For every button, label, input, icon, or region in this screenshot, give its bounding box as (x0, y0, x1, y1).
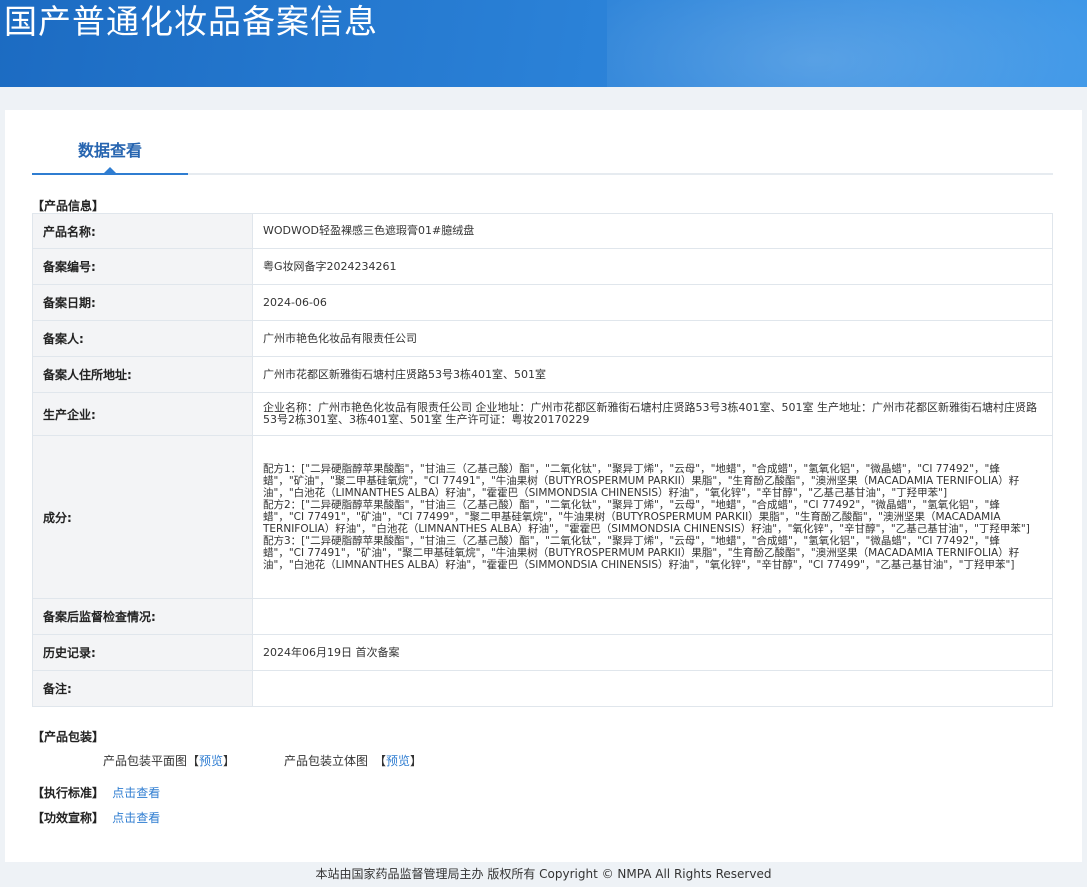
table-row: 备案日期: 2024-06-06 (32, 284, 1053, 321)
formula-2: 配方2：["二异硬脂醇苹果酸酯"，"甘油三（乙基己酸）酯"，"二氧化钛"，"聚异… (263, 499, 1030, 535)
tab-data-view-label: 数据查看 (77, 141, 142, 160)
section-efficacy-label: 【功效宣称】 (32, 811, 105, 825)
field-label: 历史记录: (32, 634, 253, 671)
field-value: 粤G妆网备字2024234261 (252, 248, 1053, 285)
table-row: 生产企业: 企业名称：广州市艳色化妆品有限责任公司 企业地址：广州市花都区新雅街… (32, 392, 1053, 436)
site-header: 国产普通化妆品备案信息 (0, 0, 1087, 87)
field-label: 备案人: (32, 320, 253, 357)
table-row: 备案编号: 粤G妆网备字2024234261 (32, 248, 1053, 285)
product-info-table: 产品名称: WODWOD轻盈裸感三色遮瑕膏01#臆绒盘 备案编号: 粤G妆网备字… (32, 213, 1053, 707)
field-label: 备案后监督检查情况: (32, 598, 253, 635)
section-standard: 【执行标准】 点击查看 (32, 784, 160, 801)
table-row: 产品名称: WODWOD轻盈裸感三色遮瑕膏01#臆绒盘 (32, 213, 1053, 249)
packaging-solid-label: 产品包装立体图 (284, 754, 369, 768)
site-title: 国产普通化妆品备案信息 (4, 2, 378, 41)
field-value: 2024-06-06 (252, 284, 1053, 321)
field-label: 备注: (32, 670, 253, 707)
field-label: 备案编号: (32, 248, 253, 285)
site-footer: 本站由国家药品监督管理局主办 版权所有 Copyright © NMPA All… (315, 867, 772, 881)
bracket-open: 【 (187, 754, 200, 768)
field-value: 广州市艳色化妆品有限责任公司 (252, 320, 1053, 357)
field-label: 备案日期: (32, 284, 253, 321)
standard-view-link[interactable]: 点击查看 (112, 786, 160, 800)
field-value (252, 670, 1053, 707)
table-row: 备案人: 广州市艳色化妆品有限责任公司 (32, 320, 1053, 357)
packaging-flat: 产品包装平面图【预览】 (103, 752, 235, 769)
tab-data-view[interactable]: 数据查看 (32, 110, 188, 175)
field-label: 备案人住所地址: (32, 356, 253, 393)
field-label: 产品名称: (32, 213, 253, 249)
field-value: 2024年06月19日 首次备案 (252, 634, 1053, 671)
table-row: 备案人住所地址: 广州市花都区新雅街石塘村庄贤路53号3栋401室、501室 (32, 356, 1053, 393)
field-value: 企业名称：广州市艳色化妆品有限责任公司 企业地址：广州市花都区新雅街石塘村庄贤路… (252, 392, 1053, 436)
tab-active-caret-icon (104, 167, 116, 173)
table-row: 备案后监督检查情况: (32, 598, 1053, 635)
table-row: 历史记录: 2024年06月19日 首次备案 (32, 634, 1053, 671)
bracket-close: 】 (410, 754, 423, 768)
bracket-close: 】 (223, 754, 236, 768)
formula-3: 配方3：["二异硬脂醇苹果酸酯"，"甘油三（乙基己酸）酯"，"二氧化钛"，"聚异… (263, 535, 1020, 571)
header-decoration (607, 0, 1087, 87)
field-value: 广州市花都区新雅街石塘村庄贤路53号3栋401室、501室 (252, 356, 1053, 393)
packaging-solid-preview-link[interactable]: 预览 (386, 754, 410, 768)
table-row: 成分: 配方1：["二异硬脂醇苹果酸酯"，"甘油三（乙基己酸）酯"，"二氧化钛"… (32, 435, 1053, 599)
field-value: WODWOD轻盈裸感三色遮瑕膏01#臆绒盘 (252, 213, 1053, 249)
efficacy-view-link[interactable]: 点击查看 (112, 811, 160, 825)
tab-bar: 数据查看 (32, 110, 1053, 175)
table-row: 备注: (32, 670, 1053, 707)
field-value (252, 598, 1053, 635)
packaging-flat-label: 产品包装平面图 (103, 754, 188, 768)
bracket-open: 【 (374, 754, 387, 768)
section-packaging: 【产品包装】 (32, 730, 105, 744)
section-standard-label: 【执行标准】 (32, 786, 105, 800)
field-label: 生产企业: (32, 392, 253, 436)
content-card: 数据查看 【产品信息】 产品名称: WODWOD轻盈裸感三色遮瑕膏01#臆绒盘 … (5, 110, 1082, 862)
ingredients-value: 配方1：["二异硬脂醇苹果酸酯"，"甘油三（乙基己酸）酯"，"二氧化钛"，"聚异… (252, 435, 1053, 599)
packaging-solid: 产品包装立体图 【预览】 (284, 752, 422, 769)
field-label: 成分: (32, 435, 253, 599)
section-efficacy: 【功效宣称】 点击查看 (32, 809, 160, 826)
packaging-flat-preview-link[interactable]: 预览 (199, 754, 223, 768)
formula-1: 配方1：["二异硬脂醇苹果酸酯"，"甘油三（乙基己酸）酯"，"二氧化钛"，"聚异… (263, 463, 1020, 499)
section-product-info: 【产品信息】 (32, 199, 105, 213)
